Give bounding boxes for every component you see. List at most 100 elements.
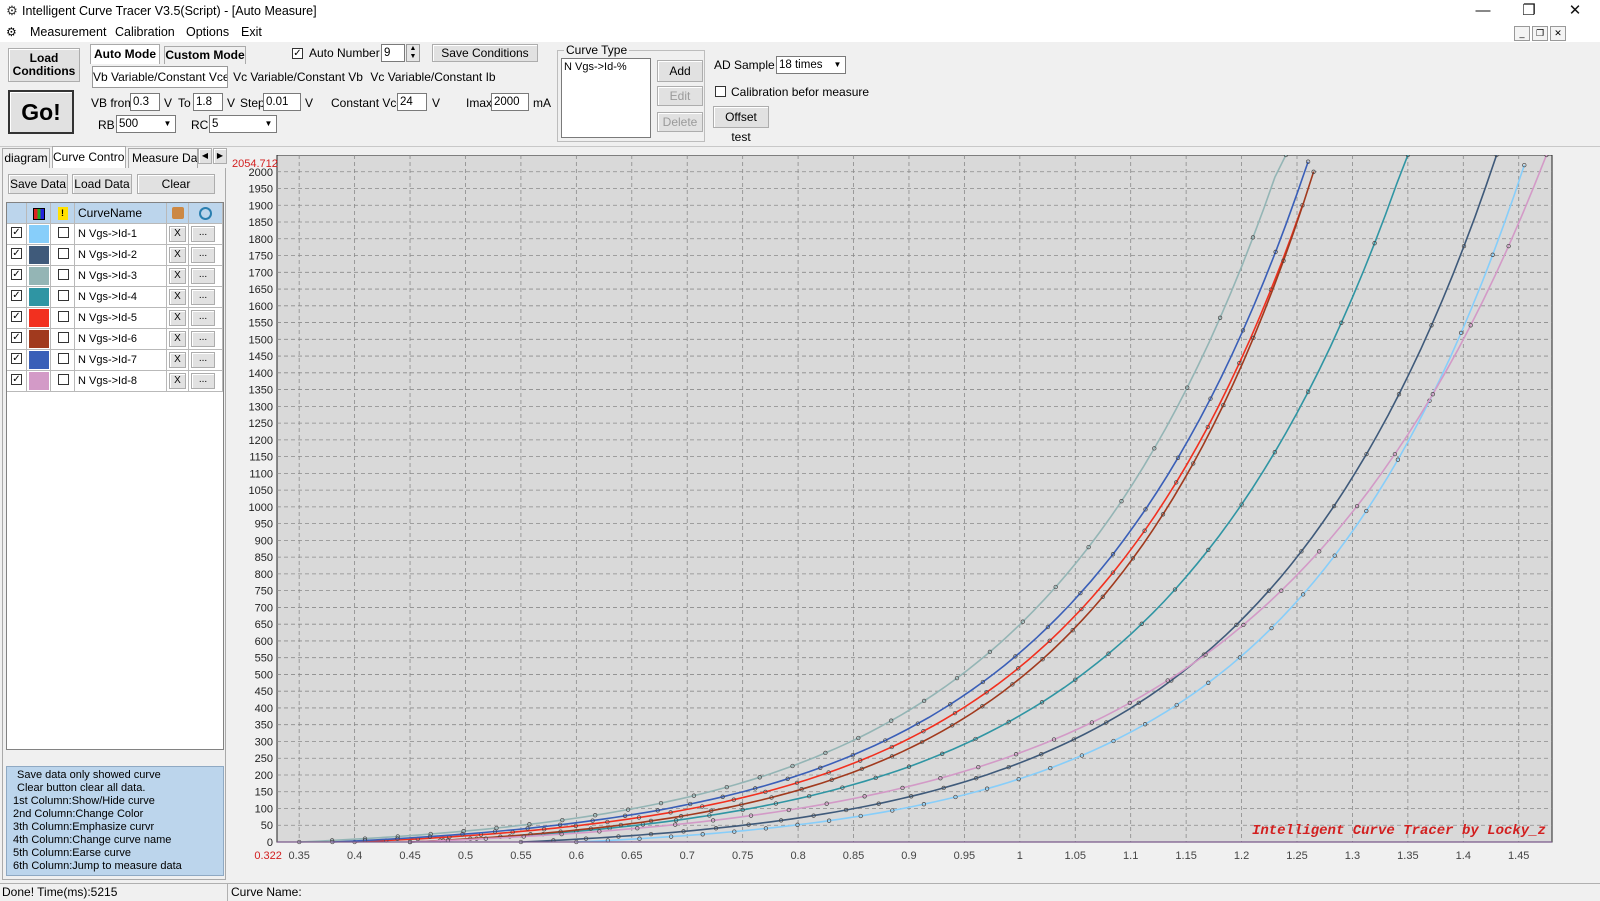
emphasize-cell[interactable] <box>51 266 75 287</box>
table-row[interactable]: ✓ N Vgs->Id-2 X... <box>7 245 223 266</box>
auto-number-spinner[interactable]: ▲ ▼ <box>406 44 420 62</box>
show-cell[interactable]: ✓ <box>7 266 27 287</box>
mdi-close-button[interactable]: ✕ <box>1550 26 1566 41</box>
jump-to-data-button[interactable]: ... <box>191 247 215 263</box>
curve-name-cell[interactable]: N Vgs->Id-2 <box>75 245 167 266</box>
step-input[interactable]: 0.01 <box>263 93 301 111</box>
color-swatch[interactable] <box>29 246 49 264</box>
erase-curve-button[interactable]: X <box>169 352 186 368</box>
color-cell[interactable] <box>27 266 51 287</box>
constant-vce-input[interactable]: 24 <box>397 93 427 111</box>
color-swatch[interactable] <box>29 351 49 369</box>
emphasize-checkbox[interactable] <box>58 353 69 364</box>
curve-type-list[interactable]: N Vgs->Id-% <box>561 58 651 138</box>
offset-test-button[interactable]: Offset test <box>713 106 769 144</box>
edit-button[interactable]: Edit <box>657 86 703 106</box>
vgs-id-chart[interactable]: 0 50 100 150 200 250 300 350 400 450 500 550 600 650 7… <box>232 152 1600 883</box>
restore-button[interactable]: ❐ <box>1506 0 1552 22</box>
go-button[interactable]: Go! <box>8 90 74 134</box>
color-cell[interactable] <box>27 371 51 392</box>
show-curve-checkbox[interactable]: ✓ <box>11 374 22 385</box>
show-cell[interactable]: ✓ <box>7 329 27 350</box>
tab-vc-variable-vb[interactable]: Vc Variable/Constant Vb <box>232 68 364 88</box>
rc-select[interactable]: 5 ▼ <box>209 115 277 133</box>
emphasize-checkbox[interactable] <box>58 332 69 343</box>
emphasize-cell[interactable] <box>51 350 75 371</box>
show-curve-checkbox[interactable]: ✓ <box>11 290 22 301</box>
to-input[interactable]: 1.8 <box>193 93 223 111</box>
show-cell[interactable]: ✓ <box>7 350 27 371</box>
table-row[interactable]: ✓ N Vgs->Id-1 X... <box>7 224 223 245</box>
mdi-restore-button[interactable]: ❐ <box>1532 26 1548 41</box>
erase-curve-button[interactable]: X <box>169 268 186 284</box>
tab-custom-mode[interactable]: Custom Mode <box>164 46 246 64</box>
show-curve-checkbox[interactable]: ✓ <box>11 269 22 280</box>
erase-curve-button[interactable]: X <box>169 247 186 263</box>
color-cell[interactable] <box>27 224 51 245</box>
load-conditions-button[interactable]: Load Conditions <box>8 48 80 82</box>
table-row[interactable]: ✓ N Vgs->Id-7 X... <box>7 350 223 371</box>
erase-curve-button[interactable]: X <box>169 373 186 389</box>
color-cell[interactable] <box>27 350 51 371</box>
curve-name-cell[interactable]: N Vgs->Id-3 <box>75 266 167 287</box>
erase-curve-button[interactable]: X <box>169 289 186 305</box>
jump-to-data-button[interactable]: ... <box>191 268 215 284</box>
vb-from-input[interactable]: 0.3 <box>130 93 160 111</box>
emphasize-checkbox[interactable] <box>58 227 69 238</box>
table-row[interactable]: ✓ N Vgs->Id-4 X... <box>7 287 223 308</box>
emphasize-checkbox[interactable] <box>58 374 69 385</box>
jump-to-data-button[interactable]: ... <box>191 310 215 326</box>
color-swatch[interactable] <box>29 288 49 306</box>
color-cell[interactable] <box>27 308 51 329</box>
color-cell[interactable] <box>27 245 51 266</box>
table-row[interactable]: ✓ N Vgs->Id-8 X... <box>7 371 223 392</box>
erase-curve-button[interactable]: X <box>169 310 186 326</box>
show-curve-checkbox[interactable]: ✓ <box>11 311 22 322</box>
save-data-button[interactable]: Save Data <box>8 174 68 194</box>
emphasize-cell[interactable] <box>51 245 75 266</box>
auto-number-checkbox[interactable]: ✓ <box>292 48 303 59</box>
emphasize-cell[interactable] <box>51 371 75 392</box>
curve-name-cell[interactable]: N Vgs->Id-4 <box>75 287 167 308</box>
menu-calibration[interactable]: Calibration <box>115 25 175 39</box>
clear-button[interactable]: Clear <box>137 174 215 194</box>
show-curve-checkbox[interactable]: ✓ <box>11 353 22 364</box>
emphasize-cell[interactable] <box>51 329 75 350</box>
jump-to-data-button[interactable]: ... <box>191 331 215 347</box>
tab-scroll-left[interactable]: ◀ <box>198 148 212 164</box>
emphasize-cell[interactable] <box>51 224 75 245</box>
curve-name-cell[interactable]: N Vgs->Id-5 <box>75 308 167 329</box>
menu-exit[interactable]: Exit <box>241 25 262 39</box>
rb-select[interactable]: 500 ▼ <box>116 115 176 133</box>
minimize-button[interactable]: — <box>1460 0 1506 22</box>
jump-to-data-button[interactable]: ... <box>191 352 215 368</box>
close-button[interactable]: ✕ <box>1552 0 1598 22</box>
color-swatch[interactable] <box>29 225 49 243</box>
curve-type-item[interactable]: N Vgs->Id-% <box>564 61 648 73</box>
tab-scroll-right[interactable]: ▶ <box>213 148 227 164</box>
menu-measurement[interactable]: Measurement <box>30 25 106 39</box>
curve-name-cell[interactable]: N Vgs->Id-8 <box>75 371 167 392</box>
tab-diagram[interactable]: diagram <box>2 148 50 168</box>
erase-curve-button[interactable]: X <box>169 331 186 347</box>
color-swatch[interactable] <box>29 267 49 285</box>
mdi-minimize-button[interactable]: _ <box>1514 26 1530 41</box>
color-cell[interactable] <box>27 287 51 308</box>
emphasize-cell[interactable] <box>51 308 75 329</box>
tab-measure-data[interactable]: Measure Data <box>128 148 198 168</box>
show-cell[interactable]: ✓ <box>7 224 27 245</box>
tab-auto-mode[interactable]: Auto Mode <box>90 44 160 64</box>
curve-name-cell[interactable]: N Vgs->Id-7 <box>75 350 167 371</box>
show-cell[interactable]: ✓ <box>7 245 27 266</box>
tab-vc-variable-ib[interactable]: Vc Variable/Constant Ib <box>368 68 498 88</box>
table-row[interactable]: ✓ N Vgs->Id-3 X... <box>7 266 223 287</box>
show-curve-checkbox[interactable]: ✓ <box>11 332 22 343</box>
delete-button[interactable]: Delete <box>657 112 703 132</box>
show-cell[interactable]: ✓ <box>7 287 27 308</box>
tab-curve-control[interactable]: Curve Control <box>52 146 126 168</box>
ad-sample-select[interactable]: 18 times ▼ <box>776 56 846 74</box>
show-cell[interactable]: ✓ <box>7 371 27 392</box>
color-swatch[interactable] <box>29 309 49 327</box>
emphasize-cell[interactable] <box>51 287 75 308</box>
calibration-checkbox[interactable] <box>715 86 726 97</box>
